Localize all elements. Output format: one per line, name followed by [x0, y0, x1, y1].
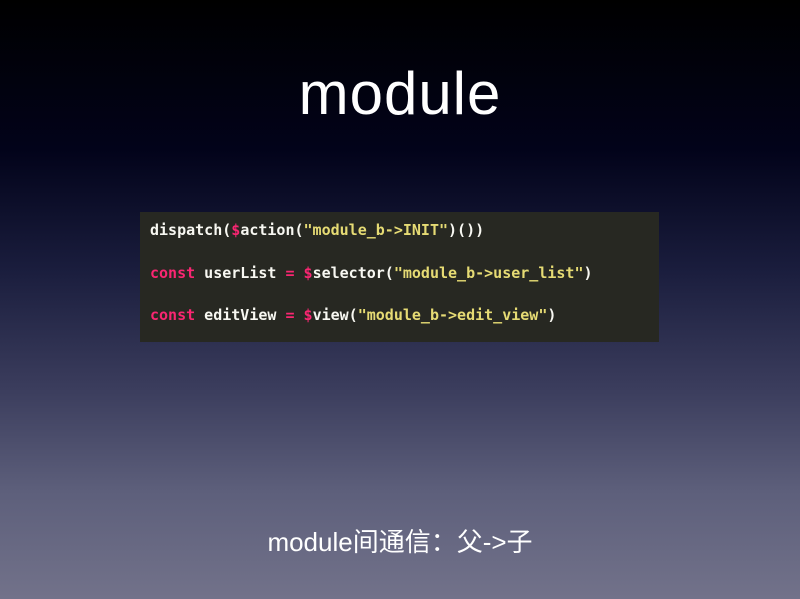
code-token-string: "module_b->INIT" — [303, 221, 449, 239]
code-token-keyword: const — [150, 263, 196, 282]
code-token-tail: ) — [583, 263, 593, 282]
code-snippet: dispatch($action("module_b->INIT")()) co… — [140, 212, 659, 342]
code-token-dollar: $ — [303, 263, 313, 282]
code-token-keyword: const — [150, 306, 196, 324]
code-token-function: dispatch( — [150, 221, 232, 239]
code-token-identifier: editView — [195, 306, 286, 324]
code-token-operator: = — [285, 306, 295, 324]
code-token-call: selector( — [312, 263, 394, 282]
code-line-dispatch: dispatch($action("module_b->INIT")()) — [150, 218, 659, 261]
code-token-tail: ) — [547, 306, 557, 324]
code-token-string: "module_b->user_list" — [393, 263, 584, 282]
code-token-operator: = — [285, 263, 295, 282]
code-line-userlist: const userList = $selector("module_b->us… — [150, 261, 659, 304]
code-token-call: view( — [312, 306, 358, 324]
slide-title: module — [298, 60, 502, 127]
code-token-string: "module_b->edit_view" — [357, 306, 548, 324]
code-token-dollar: $ — [303, 306, 313, 324]
code-token-tail: )()) — [448, 221, 485, 239]
code-token-identifier: userList — [195, 263, 286, 282]
code-token-call: action( — [240, 221, 304, 239]
slide-caption: module间通信：父->子 — [267, 527, 533, 557]
code-line-editview: const editView = $view("module_b->edit_v… — [150, 303, 659, 346]
code-token-dollar: $ — [231, 221, 241, 239]
